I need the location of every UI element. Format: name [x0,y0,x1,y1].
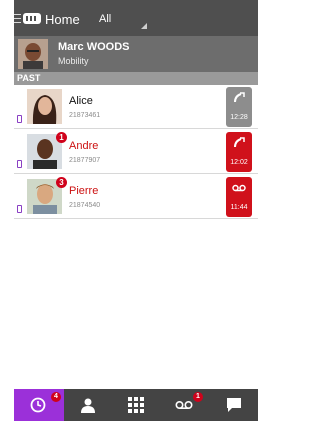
nav-history-tab[interactable]: 4 [14,389,64,421]
chat-bubble-icon [227,398,241,412]
contact-number: 21877907 [69,157,101,164]
missed-call-icon [234,137,245,148]
call-action-tile[interactable]: 12:28 [226,87,252,127]
contact-number: 21874540 [69,202,101,209]
person-icon [81,398,95,413]
app-screen: Home All Marc WOODS Mobility PAST Alice … [14,0,258,421]
nav-contacts-tab[interactable] [64,389,112,421]
call-time: 12:02 [230,159,248,166]
section-header: PAST [14,72,258,85]
user-avatar [18,39,48,69]
history-badge: 4 [51,392,61,402]
mobile-device-icon [17,115,22,123]
filter-dropdown[interactable]: All [99,13,111,25]
nav-messages-tab[interactable] [208,389,258,421]
dropdown-caret-icon[interactable] [141,23,147,29]
nav-dialpad-tab[interactable] [112,389,160,421]
contact-number: 21873461 [69,112,101,119]
clock-icon [30,397,46,413]
contact-name: Alice [69,95,93,107]
contact-name: Pierre [69,185,99,197]
user-profile-bar[interactable]: Marc WOODS Mobility [14,36,258,72]
mobile-device-icon [17,160,22,168]
home-logo-icon [23,13,41,24]
voicemail-icon [232,184,246,192]
mobile-device-icon [17,205,22,213]
missed-count-badge: 3 [56,177,67,188]
nav-voicemail-tab[interactable]: 1 [160,389,208,421]
voicemail-badge: 1 [193,392,203,402]
user-name: Marc WOODS [58,41,130,53]
page-title[interactable]: Home [45,12,80,27]
bottom-navigation: 4 1 [14,389,258,421]
menu-icon[interactable] [14,14,21,23]
top-bar: Home All [14,0,258,36]
call-row-pierre[interactable]: 3 Pierre 21874540 11:44 [14,175,258,219]
voicemail-icon [175,400,193,410]
call-time: 12:28 [230,114,248,121]
contact-avatar [27,89,62,124]
call-action-tile[interactable]: 12:02 [226,132,252,172]
contact-name: Andre [69,140,99,152]
call-row-andre[interactable]: 1 Andre 21877907 12:02 [14,130,258,174]
missed-count-badge: 1 [56,132,67,143]
outgoing-call-icon [234,92,245,103]
call-action-tile[interactable]: 11:44 [226,177,252,217]
call-time: 11:44 [230,204,248,211]
dialpad-icon [128,397,144,413]
section-label: PAST [17,73,41,83]
user-status: Mobility [58,56,89,66]
call-row-alice[interactable]: Alice 21873461 12:28 [14,85,258,129]
